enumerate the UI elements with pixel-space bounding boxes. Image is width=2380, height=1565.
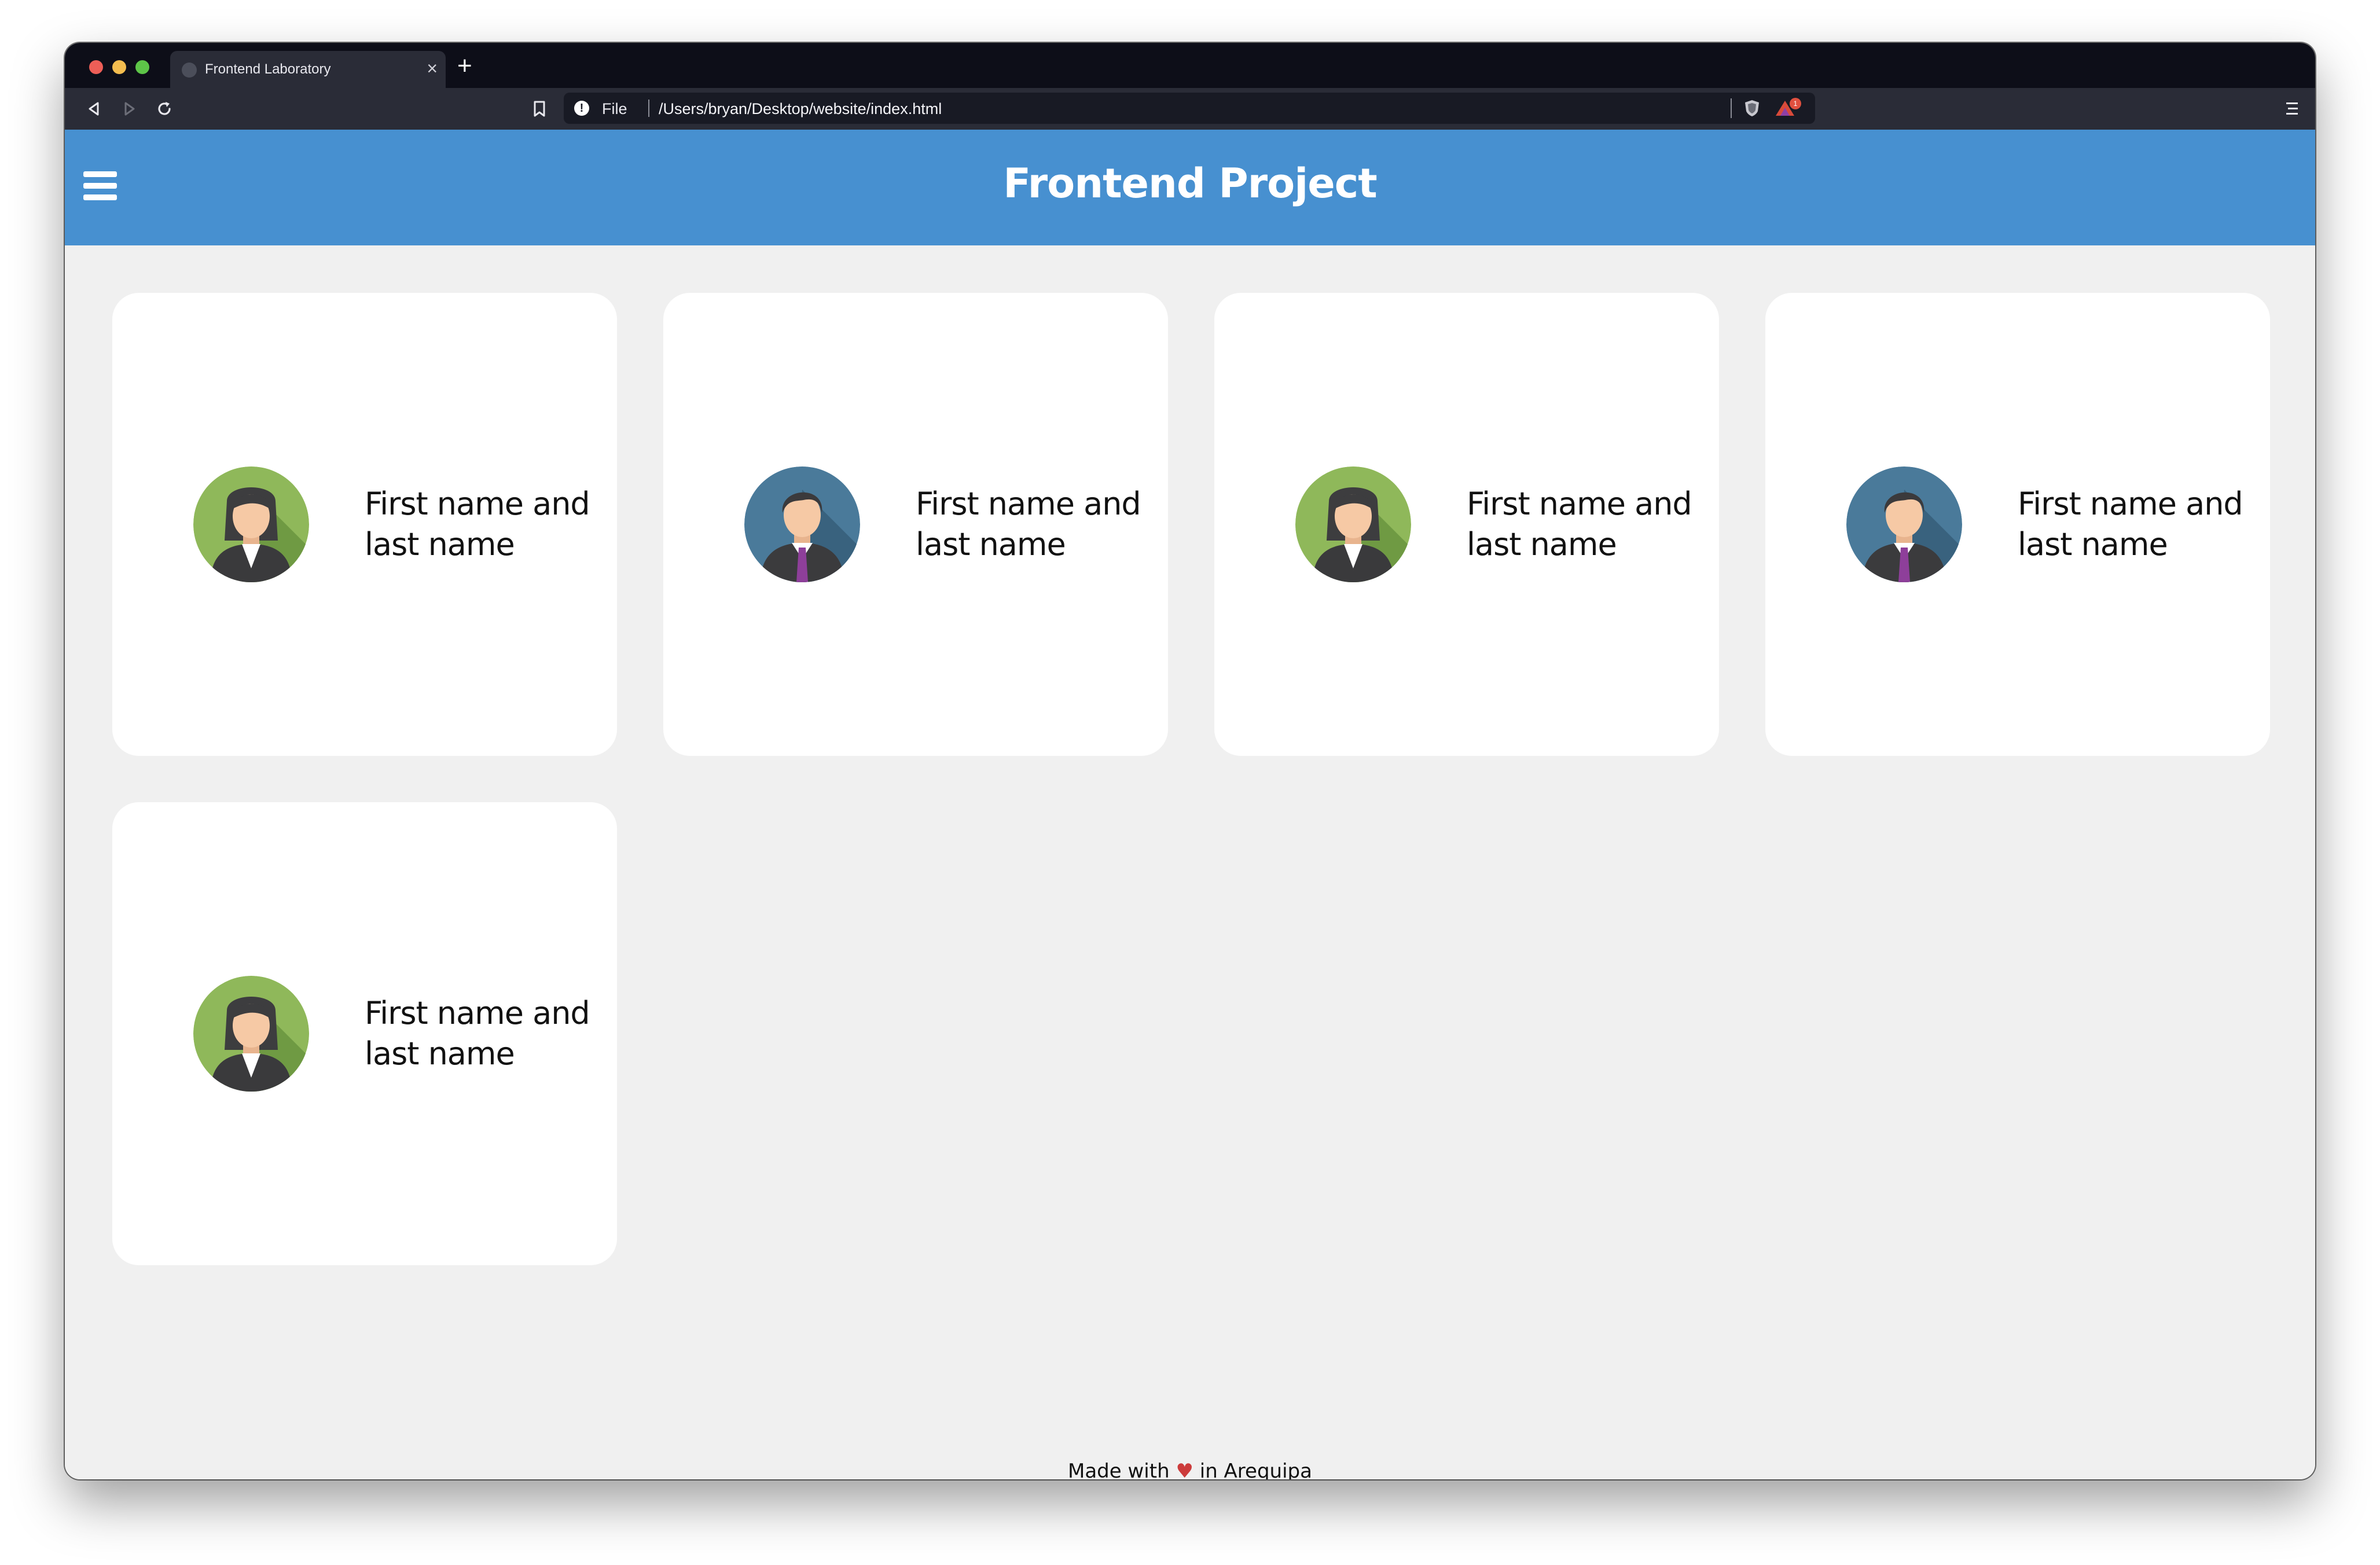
profile-card: First name and last name: [112, 802, 617, 1265]
male-avatar-icon: [1846, 466, 1962, 582]
forward-arrow-icon[interactable]: [118, 97, 141, 120]
heart-icon: ♥: [1176, 1460, 1193, 1479]
globe-icon: [182, 63, 197, 78]
close-window-button[interactable]: [89, 60, 103, 74]
site-info-icon[interactable]: !: [574, 101, 589, 116]
new-tab-button[interactable]: +: [457, 52, 472, 80]
browser-toolbar: ! File /Users/bryan/Desktop/website/inde…: [65, 88, 2315, 130]
reload-icon[interactable]: [153, 97, 176, 120]
male-avatar-icon: [744, 466, 860, 582]
profile-card: First name and last name: [112, 293, 617, 756]
profile-name: First name and last name: [1467, 486, 1692, 563]
footer-prefix: Made with: [1068, 1460, 1170, 1479]
profile-card: First name and last name: [663, 293, 1168, 756]
page-title: Frontend Project: [1003, 160, 1377, 207]
footer-suffix: in Arequipa: [1199, 1460, 1312, 1479]
rewards-badge-count: 1: [1794, 100, 1798, 108]
url-divider: [1731, 98, 1732, 118]
back-arrow-icon[interactable]: [82, 97, 105, 120]
tab-close-icon[interactable]: ×: [427, 58, 438, 79]
maximize-window-button[interactable]: [135, 60, 149, 74]
female-avatar-icon: [193, 466, 309, 582]
url-scheme: File: [602, 100, 627, 117]
url-separator: [648, 100, 649, 117]
profile-card: First name and last name: [1214, 293, 1719, 756]
bookmark-icon[interactable]: [528, 97, 551, 120]
profile-name: First name and last name: [916, 486, 1141, 563]
browser-window: Frontend Laboratory × + ! File /Users/br…: [65, 43, 2315, 1479]
url-text[interactable]: /Users/bryan/Desktop/website/index.html: [659, 100, 942, 118]
page-footer: Made with ♥ in Arequipa: [65, 1460, 2315, 1479]
address-bar[interactable]: ! File /Users/bryan/Desktop/website/inde…: [564, 93, 1815, 124]
profile-name: First name and last name: [2018, 486, 2243, 563]
tab-title: Frontend Laboratory: [205, 61, 331, 77]
female-avatar-icon: [193, 976, 309, 1092]
page-viewport: Frontend Project First name and last nam…: [65, 130, 2315, 1479]
profile-card: First name and last name: [1765, 293, 2270, 756]
female-avatar-icon: [1295, 466, 1411, 582]
app-header: Frontend Project: [65, 130, 2315, 245]
minimize-window-button[interactable]: [112, 60, 126, 74]
profile-name: First name and last name: [365, 486, 590, 563]
tab-strip: Frontend Laboratory × +: [65, 43, 2315, 88]
brave-shield-icon[interactable]: [1742, 98, 1762, 118]
browser-tab-active[interactable]: Frontend Laboratory ×: [170, 51, 446, 88]
brave-rewards-icon[interactable]: 1: [1773, 97, 1802, 119]
browser-menu-icon[interactable]: [2282, 98, 2302, 119]
profile-name: First name and last name: [365, 995, 590, 1072]
